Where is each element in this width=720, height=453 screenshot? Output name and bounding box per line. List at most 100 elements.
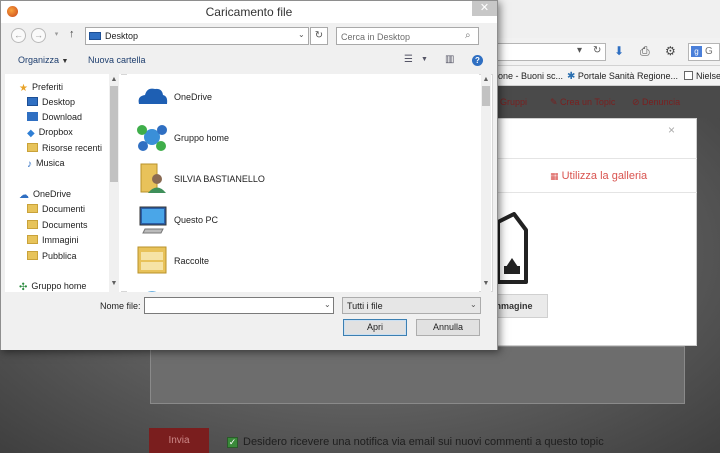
- tree-item-download[interactable]: Download: [27, 112, 82, 122]
- dialog-titlebar[interactable]: Caricamento file ✕: [1, 1, 497, 23]
- folder-icon: [27, 204, 38, 213]
- file-item-onedrive[interactable]: OneDrive: [127, 76, 479, 116]
- open-button[interactable]: Apri: [343, 319, 407, 336]
- tree-item-desktop[interactable]: Desktop: [27, 97, 75, 107]
- page-icon: [684, 71, 693, 80]
- file-upload-dialog: Caricamento file ✕ ← → ▾ ↑ Desktop ⌄ ↻ ⌕…: [0, 0, 498, 350]
- modal-divider: [496, 158, 697, 159]
- file-item-libraries[interactable]: Raccolte: [127, 240, 479, 280]
- scroll-thumb[interactable]: [110, 86, 118, 182]
- file-name-dropdown-icon[interactable]: ⌄: [324, 300, 331, 309]
- address-bar[interactable]: Desktop ⌄: [85, 27, 309, 45]
- medical-star-icon: ✱: [567, 71, 576, 82]
- history-dropdown-icon[interactable]: ▾: [49, 28, 64, 43]
- tree-item-dropbox[interactable]: ◆ Dropbox: [27, 127, 73, 139]
- bookmark-item-buoni[interactable]: one - Buoni sc...: [498, 71, 563, 81]
- music-icon: ♪: [27, 159, 32, 170]
- scroll-down-icon[interactable]: ▼: [109, 280, 119, 287]
- modal-close-icon[interactable]: ×: [668, 123, 675, 137]
- tree-item-immagini[interactable]: Immagini: [27, 235, 79, 245]
- file-item-this-pc[interactable]: Questo PC: [127, 199, 479, 239]
- network-icon: [147, 291, 157, 292]
- organize-button[interactable]: Organizza ▼: [18, 55, 68, 65]
- tree-label: Download: [42, 112, 83, 122]
- file-item-homegroup[interactable]: Gruppo home: [127, 117, 479, 157]
- caret-down-icon: ▼: [61, 58, 69, 65]
- file-type-dropdown-icon[interactable]: ⌄: [470, 300, 477, 309]
- file-name-input[interactable]: [148, 300, 318, 312]
- file-type-select[interactable]: Tutti i file ⌄: [342, 297, 481, 314]
- view-dropdown-icon[interactable]: ▼: [421, 56, 428, 63]
- user-folder-icon: [140, 163, 166, 193]
- new-folder-button[interactable]: Nuova cartella: [88, 55, 146, 65]
- homegroup-icon: [137, 125, 167, 151]
- search-input[interactable]: [341, 30, 461, 43]
- folder-icon: [27, 251, 38, 260]
- preview-pane-icon[interactable]: ▥: [445, 54, 454, 65]
- address-dropdown-icon[interactable]: ⌄: [298, 30, 305, 39]
- reload-icon[interactable]: ↻: [593, 45, 601, 56]
- refresh-icon[interactable]: ↻: [310, 27, 328, 45]
- file-name: Raccolte: [174, 256, 210, 266]
- tree-item-homegroup[interactable]: ✣ Gruppo home: [19, 281, 86, 292]
- search-box[interactable]: ⌕: [336, 27, 479, 45]
- file-name-label: Nome file:: [100, 301, 141, 311]
- browser-search-box[interactable]: g G: [688, 43, 720, 61]
- view-options-icon[interactable]: ☰: [404, 54, 413, 65]
- file-item-partial[interactable]: [127, 281, 479, 292]
- tree-item-recent[interactable]: Risorse recenti: [27, 143, 102, 153]
- nav-link-label: Denuncia: [642, 97, 681, 107]
- submit-button[interactable]: Invia: [149, 428, 209, 453]
- url-dropdown-icon[interactable]: ▾: [577, 45, 582, 56]
- tree-item-favorites[interactable]: ★ Preferiti: [19, 82, 63, 94]
- scroll-up-icon[interactable]: ▲: [481, 76, 491, 83]
- cancel-button[interactable]: Annulla: [416, 319, 480, 336]
- file-name: Gruppo home: [174, 133, 230, 143]
- gallery-link[interactable]: ▦ Utilizza la galleria: [550, 170, 647, 182]
- scroll-up-icon[interactable]: ▲: [109, 76, 119, 83]
- file-list: OneDrive Gruppo home SILVIA BASTIANELLO: [127, 74, 479, 292]
- nav-link-label: Crea un Topic: [560, 97, 616, 107]
- file-name-combobox[interactable]: ⌄: [144, 297, 334, 314]
- tree-item-pubblica[interactable]: Pubblica: [27, 251, 77, 261]
- bookmark-label: Nielse: [696, 71, 720, 81]
- comment-textarea[interactable]: [150, 346, 685, 404]
- scroll-down-icon[interactable]: ▼: [481, 280, 491, 287]
- notify-checkbox[interactable]: ✓: [227, 437, 238, 448]
- upload-image-button[interactable]: mmagine: [490, 294, 548, 318]
- file-name: Questo PC: [174, 215, 219, 225]
- tree-item-documents[interactable]: Documents: [27, 220, 88, 230]
- tree-label: Risorse recenti: [42, 143, 103, 153]
- dropbox-icon: ◆: [27, 128, 35, 139]
- nav-link-groups[interactable]: Gruppi: [500, 97, 527, 107]
- nav-link-create-topic[interactable]: ✎ Crea un Topic: [550, 97, 615, 108]
- tree-item-documenti[interactable]: Documenti: [27, 204, 85, 214]
- file-list-scrollbar[interactable]: ▲ ▼: [481, 74, 491, 292]
- scroll-thumb[interactable]: [482, 86, 490, 106]
- tree-label: Documents: [42, 220, 88, 230]
- settings-gear-icon[interactable]: ⚙: [665, 44, 676, 58]
- help-icon[interactable]: ?: [472, 55, 483, 66]
- nav-link-report[interactable]: ⊘ Denuncia: [632, 97, 680, 108]
- url-bar[interactable]: ▾ ↻: [480, 43, 606, 61]
- print-icon[interactable]: ⎙: [640, 44, 650, 59]
- tree-label: Musica: [36, 158, 65, 168]
- cloud-icon: ☁: [19, 190, 29, 201]
- back-icon[interactable]: ←: [11, 28, 26, 43]
- download-arrow-icon[interactable]: ⬇: [614, 44, 624, 58]
- tree-item-music[interactable]: ♪ Musica: [27, 158, 65, 170]
- tree-label: Pubblica: [42, 251, 77, 261]
- search-icon[interactable]: ⌕: [465, 30, 471, 41]
- dialog-close-button[interactable]: ✕: [472, 1, 497, 16]
- tree-item-onedrive[interactable]: ☁ OneDrive: [19, 189, 71, 201]
- file-item-user-folder[interactable]: SILVIA BASTIANELLO: [127, 158, 479, 198]
- up-arrow-icon[interactable]: ↑: [69, 28, 75, 40]
- forward-icon[interactable]: →: [31, 28, 46, 43]
- tree-label: Preferiti: [31, 82, 63, 92]
- nav-scrollbar[interactable]: ▲ ▼: [109, 74, 119, 292]
- browser-search-placeholder: G: [705, 46, 713, 57]
- bookmark-item-nielsen[interactable]: Nielse: [684, 71, 720, 81]
- tree-label: Immagini: [42, 235, 79, 245]
- bookmark-item-portale[interactable]: ✱ Portale Sanità Regione...: [567, 71, 678, 82]
- file-name: SILVIA BASTIANELLO: [174, 174, 265, 184]
